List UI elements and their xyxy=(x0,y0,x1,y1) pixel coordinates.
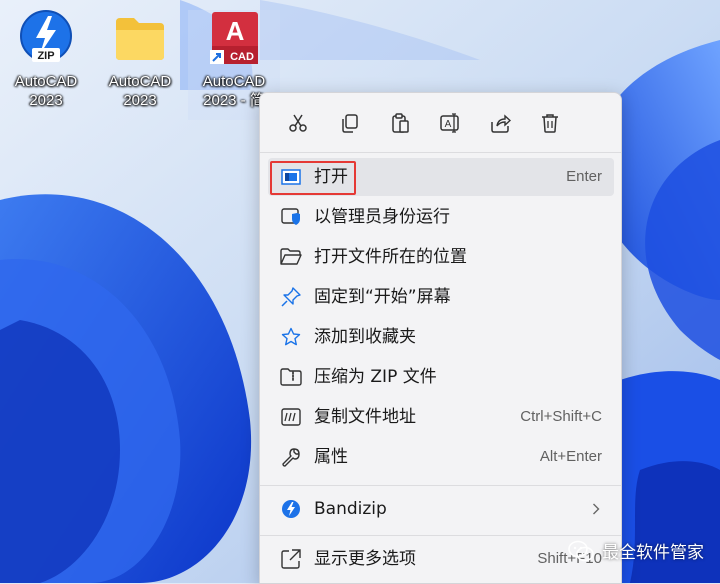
share-button[interactable] xyxy=(480,103,520,143)
desktop-icon-label: 2023 xyxy=(123,92,157,109)
menu-item-show-more-options[interactable]: 显示更多选项 Shift+F10 xyxy=(268,540,614,578)
folder-icon xyxy=(116,18,164,60)
watermark-text: 最全软件管家 xyxy=(602,543,704,563)
menu-item-compress-zip[interactable]: 压缩为 ZIP 文件 xyxy=(268,358,614,396)
cut-icon xyxy=(289,114,307,132)
wrench-icon xyxy=(280,447,302,467)
menu-divider xyxy=(260,152,621,153)
desktop-icon-autocad-folder[interactable]: AutoCAD 2023 xyxy=(94,10,186,120)
bandizip-zip-icon: ZIP xyxy=(20,10,72,62)
desktop-icon-label: AutoCAD xyxy=(202,73,266,90)
zip-folder-icon xyxy=(280,367,302,387)
rename-button[interactable]: A xyxy=(430,103,470,143)
paste-button[interactable] xyxy=(380,103,420,143)
bandizip-icon xyxy=(280,499,302,519)
menu-item-properties[interactable]: 属性 Alt+Enter xyxy=(268,438,614,476)
svg-text:A: A xyxy=(445,119,452,130)
copy-icon xyxy=(342,114,358,133)
more-options-icon xyxy=(280,549,302,569)
chevron-right-icon xyxy=(593,503,600,515)
delete-button[interactable] xyxy=(530,103,570,143)
menu-item-label: 固定到“开始”屏幕 xyxy=(314,287,451,307)
highlight-annotation-box xyxy=(270,161,356,195)
paste-icon xyxy=(392,113,409,133)
watermark: 最全软件管家 xyxy=(568,538,704,563)
menu-item-bandizip[interactable]: Bandizip xyxy=(268,490,614,528)
desktop-icon-label: 2023 - 简 xyxy=(203,92,265,109)
menu-item-label: 属性 xyxy=(314,447,348,467)
menu-item-open-file-location[interactable]: 打开文件所在的位置 xyxy=(268,238,614,276)
menu-item-label: 以管理员身份运行 xyxy=(314,207,450,227)
context-menu: A 打开 Enter 以管理员身份运行 打开文件所在的位置 固定到“开始”屏幕 … xyxy=(259,92,622,584)
menu-divider xyxy=(260,535,621,536)
autocad-badge-letter: A xyxy=(226,16,245,46)
star-icon xyxy=(280,327,302,347)
rename-icon: A xyxy=(440,113,459,133)
shield-icon xyxy=(280,207,302,227)
menu-item-label: 压缩为 ZIP 文件 xyxy=(314,367,437,387)
desktop-icon-label: AutoCAD xyxy=(14,73,78,90)
menu-divider xyxy=(260,485,621,486)
menu-item-label: 复制文件地址 xyxy=(314,407,416,427)
folder-open-icon xyxy=(280,247,302,267)
desktop-icon-autocad-zip[interactable]: ZIP AutoCAD 2023 xyxy=(0,10,92,120)
menu-item-pin-to-start[interactable]: 固定到“开始”屏幕 xyxy=(268,278,614,316)
menu-item-label: 显示更多选项 xyxy=(314,549,416,569)
menu-item-shortcut: Enter xyxy=(566,168,602,185)
copy-path-icon xyxy=(280,407,302,427)
autocad-badge-sub: CAD xyxy=(230,51,254,63)
autocad-shortcut-icon: A CAD xyxy=(210,12,258,64)
menu-item-shortcut: Ctrl+Shift+C xyxy=(520,408,602,425)
copy-button[interactable] xyxy=(330,103,370,143)
menu-item-run-as-admin[interactable]: 以管理员身份运行 xyxy=(268,198,614,236)
cut-button[interactable] xyxy=(278,103,318,143)
desktop-icon-label: 2023 xyxy=(29,92,63,109)
desktop-icon-label: AutoCAD xyxy=(108,73,172,90)
quick-actions-bar: A xyxy=(270,103,570,143)
menu-item-add-to-favorites[interactable]: 添加到收藏夹 xyxy=(268,318,614,356)
svg-text:ZIP: ZIP xyxy=(37,50,54,62)
menu-item-label: 打开文件所在的位置 xyxy=(314,247,467,267)
wechat-logo-icon xyxy=(568,540,594,561)
menu-item-copy-path[interactable]: 复制文件地址 Ctrl+Shift+C xyxy=(268,398,614,436)
delete-icon xyxy=(542,114,558,133)
menu-item-shortcut: Alt+Enter xyxy=(539,448,602,465)
menu-item-label: 添加到收藏夹 xyxy=(314,327,416,347)
share-icon xyxy=(491,114,511,133)
menu-item-label: Bandizip xyxy=(314,499,387,519)
pin-icon xyxy=(280,287,302,307)
